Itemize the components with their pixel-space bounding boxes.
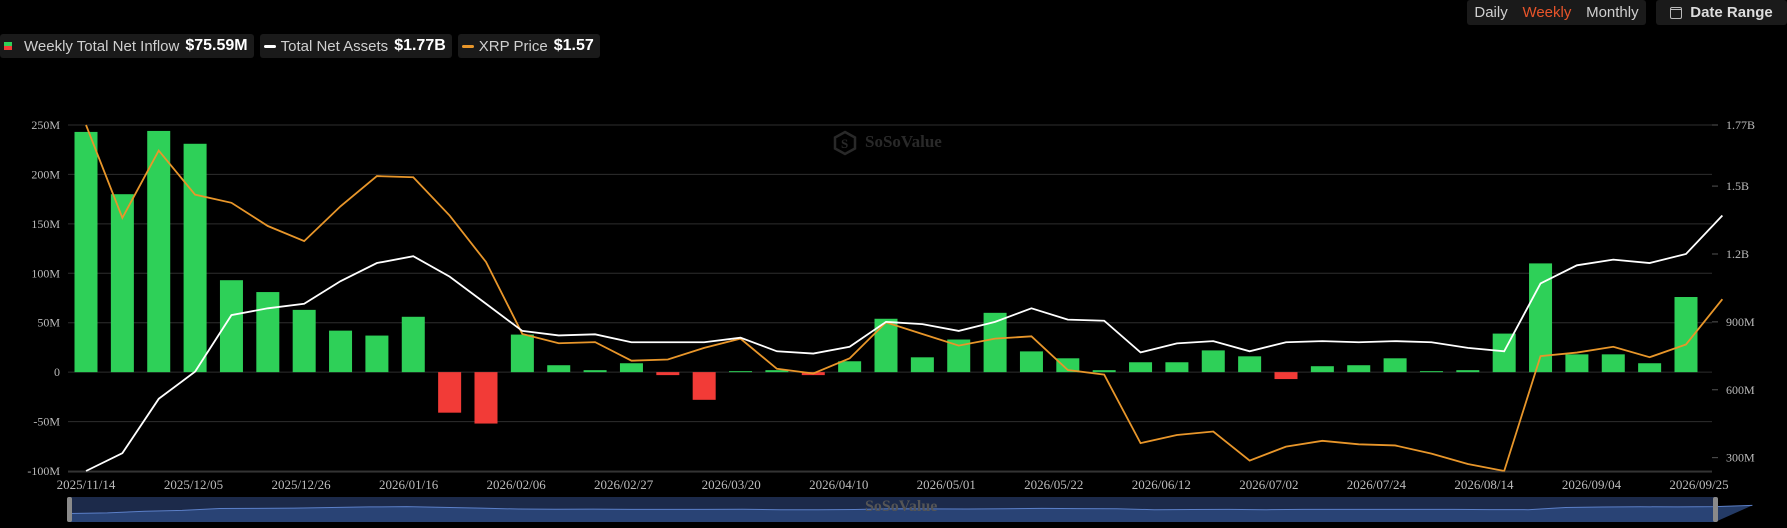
inflow-bar (1201, 350, 1225, 373)
x-tick-label: 2026/02/27 (594, 477, 654, 492)
right-axis: 1.77B 1.5B 1.2B 900M 600M 300M (1712, 118, 1755, 465)
x-tick-label: 2026/09/25 (1669, 477, 1728, 492)
navigator[interactable]: SoSoValue (67, 497, 1753, 522)
xrp-price-line (85, 124, 1724, 473)
chart: S SoSoValue 250M 200M 150M 100M 50M 0 -50M -100… (27, 118, 1755, 522)
inflow-bar (1601, 354, 1625, 373)
right-tick-label: 600M (1726, 383, 1755, 397)
left-tick-label: -50M (33, 415, 60, 429)
x-tick-label: 2026/05/22 (1024, 477, 1083, 492)
x-tick-label: 2026/02/06 (487, 477, 547, 492)
inflow-bar (547, 365, 571, 373)
inflow-bar (729, 371, 753, 373)
inflow-bar (183, 143, 207, 373)
right-tick-label: 900M (1726, 315, 1755, 329)
inflow-bar (474, 372, 498, 424)
inflow-bar (1419, 371, 1443, 373)
x-tick-label: 2026/06/12 (1132, 477, 1191, 492)
x-tick-label: 2026/08/14 (1454, 477, 1514, 492)
x-tick-label: 2026/03/20 (702, 477, 761, 492)
inflow-bar (74, 131, 98, 373)
inflow-bar (1383, 358, 1407, 373)
inflow-bar (256, 292, 280, 373)
navigator-watermark-text: SoSoValue (865, 498, 937, 515)
left-tick-label: 250M (31, 118, 60, 132)
x-tick-label: 2026/01/16 (379, 477, 439, 492)
inflow-bar (1019, 351, 1043, 373)
inflow-bar (910, 357, 934, 373)
inflow-bar (1347, 365, 1371, 373)
inflow-bar (110, 194, 134, 373)
inflow-bar (1456, 370, 1480, 373)
right-tick-label: 300M (1726, 451, 1755, 465)
navigator-left-handle-icon (67, 497, 72, 522)
left-tick-label: 100M (31, 266, 60, 280)
x-tick-label: 2026/09/04 (1562, 477, 1622, 492)
inflow-bar (1638, 363, 1662, 373)
x-axis: 2025/11/14 2025/12/05 2025/12/26 2026/01/16… (57, 471, 1729, 492)
inflow-bar (438, 372, 462, 413)
watermark: S SoSoValue (833, 130, 942, 156)
inflow-bar (1238, 356, 1262, 373)
svg-text:S: S (841, 136, 848, 151)
right-tick-label: 1.2B (1726, 247, 1749, 261)
inflow-bar (619, 363, 643, 373)
inflow-bar (510, 334, 534, 373)
inflow-bar (692, 372, 716, 400)
inflow-bar (1492, 333, 1516, 373)
left-tick-label: 0 (54, 365, 60, 379)
left-tick-label: -100M (27, 464, 60, 478)
inflow-bar (401, 316, 425, 373)
x-tick-label: 2025/12/26 (271, 477, 331, 492)
x-tick-label: 2026/07/24 (1347, 477, 1407, 492)
inflow-bar (583, 370, 607, 373)
inflow-bar (1310, 366, 1334, 373)
inflow-bar (1565, 354, 1589, 373)
inflow-bar (1165, 362, 1189, 373)
x-tick-label: 2025/12/05 (164, 477, 223, 492)
navigator-right-handle-icon (1713, 497, 1718, 522)
left-axis: 250M 200M 150M 100M 50M 0 -50M -100M (27, 118, 60, 478)
left-tick-label: 150M (31, 217, 60, 231)
inflow-bar (365, 335, 389, 373)
inflow-bar (1274, 372, 1298, 380)
watermark-text: SoSoValue (865, 132, 942, 151)
inflow-bar (292, 309, 316, 373)
x-tick-label: 2025/11/14 (57, 477, 116, 492)
x-tick-label: 2026/07/02 (1239, 477, 1298, 492)
left-tick-label: 200M (31, 167, 60, 181)
x-tick-label: 2026/05/01 (917, 477, 976, 492)
right-tick-label: 1.77B (1726, 118, 1755, 132)
inflow-bar (838, 361, 862, 373)
lines (85, 124, 1724, 473)
x-tick-label: 2026/04/10 (809, 477, 868, 492)
left-tick-label: 50M (37, 316, 60, 330)
watermark-logo-icon: S (833, 130, 857, 156)
inflow-bar (1092, 370, 1116, 373)
inflow-bar (1129, 362, 1153, 373)
inflow-bar (329, 330, 353, 373)
right-tick-label: 1.5B (1726, 179, 1749, 193)
inflow-bar (656, 372, 680, 376)
